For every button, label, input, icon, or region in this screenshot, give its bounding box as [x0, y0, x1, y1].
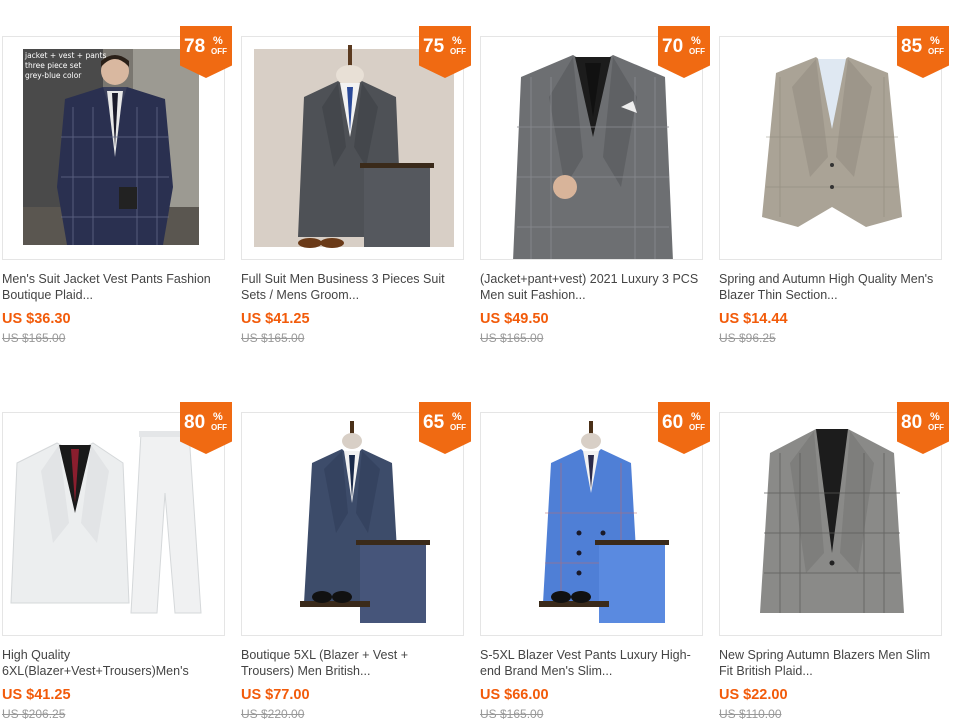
product-title[interactable]: Spring and Autumn High Quality Men's Bla… — [719, 271, 941, 303]
discount-badge: 85 % OFF — [897, 26, 949, 78]
product-card[interactable]: 80 % OFF New Spring Autumn Blazers Men S… — [717, 376, 949, 721]
product-title[interactable]: Men's Suit Jacket Vest Pants Fashion Bou… — [2, 271, 224, 303]
product-card[interactable]: 70 % OFF (Jacket+pant+vest) 2021 Luxury … — [478, 0, 710, 345]
original-price: US $165.00 — [480, 331, 544, 345]
product-title[interactable]: (Jacket+pant+vest) 2021 Luxury 3 PCS Men… — [480, 271, 702, 303]
original-price: US $206.25 — [2, 707, 66, 721]
original-price: US $110.00 — [719, 707, 782, 721]
original-price: US $165.00 — [241, 331, 305, 345]
product-price: US $66.00 — [480, 687, 549, 703]
product-price: US $41.25 — [2, 687, 71, 703]
product-card[interactable]: 60 % OFF S-5XL Blazer Vest Pants Luxury … — [478, 376, 710, 721]
product-title[interactable]: Full Suit Men Business 3 Pieces Suit Set… — [241, 271, 463, 303]
product-price: US $22.00 — [719, 687, 788, 703]
discount-badge: 80 % OFF — [180, 402, 232, 454]
product-title[interactable]: Boutique 5XL (Blazer + Vest + Trousers) … — [241, 647, 463, 679]
product-card[interactable]: 75 % OFF Full Suit Men Business 3 Pieces… — [239, 0, 471, 345]
discount-badge: 60 % OFF — [658, 402, 710, 454]
product-title[interactable]: New Spring Autumn Blazers Men Slim Fit B… — [719, 647, 941, 679]
original-price: US $96.25 — [719, 331, 776, 345]
original-price: US $165.00 — [480, 707, 544, 721]
product-price: US $14.44 — [719, 311, 788, 327]
product-price: US $49.50 — [480, 311, 549, 327]
original-price: US $165.00 — [2, 331, 66, 345]
product-price: US $77.00 — [241, 687, 310, 703]
discount-badge: 75 % OFF — [419, 26, 471, 78]
original-price: US $220.00 — [241, 707, 305, 721]
product-card[interactable]: jacket + vest + pants three piece set gr… — [0, 0, 232, 345]
product-price: US $41.25 — [241, 311, 310, 327]
product-title[interactable]: High Quality 6XL(Blazer+Vest+Trousers)Me… — [2, 647, 224, 679]
discount-badge: 70 % OFF — [658, 26, 710, 78]
product-price: US $36.30 — [2, 311, 71, 327]
discount-badge: 78 % OFF — [180, 26, 232, 78]
product-card[interactable]: 65 % OFF Boutique 5XL (Blazer + Vest + T… — [239, 376, 471, 721]
product-card[interactable]: 85 % OFF Spring and Autumn High Quality … — [717, 0, 949, 345]
image-caption: jacket + vest + pants three piece set gr… — [25, 51, 107, 80]
product-grid: jacket + vest + pants three piece set gr… — [0, 0, 962, 726]
discount-badge: 65 % OFF — [419, 402, 471, 454]
discount-badge: 80 % OFF — [897, 402, 949, 454]
product-title[interactable]: S-5XL Blazer Vest Pants Luxury High-end … — [480, 647, 702, 679]
product-card[interactable]: 80 % OFF High Quality 6XL(Blazer+Vest+Tr… — [0, 376, 232, 721]
